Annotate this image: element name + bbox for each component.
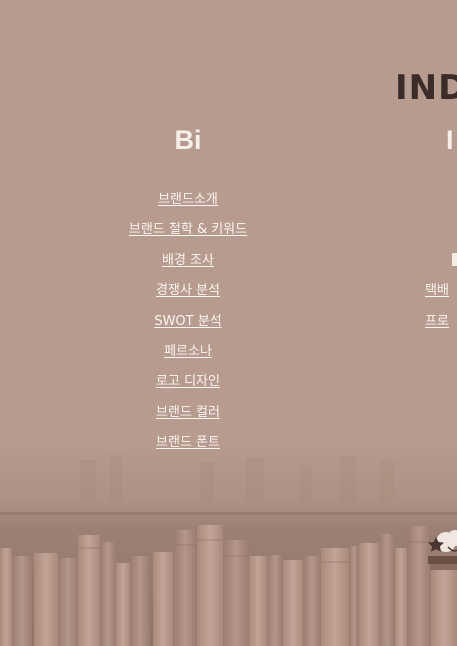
bookshelf-illustration [0, 455, 457, 646]
back-shelf-books [80, 455, 394, 502]
star-stack-decor [428, 530, 457, 570]
front-shelf-books [0, 525, 457, 646]
